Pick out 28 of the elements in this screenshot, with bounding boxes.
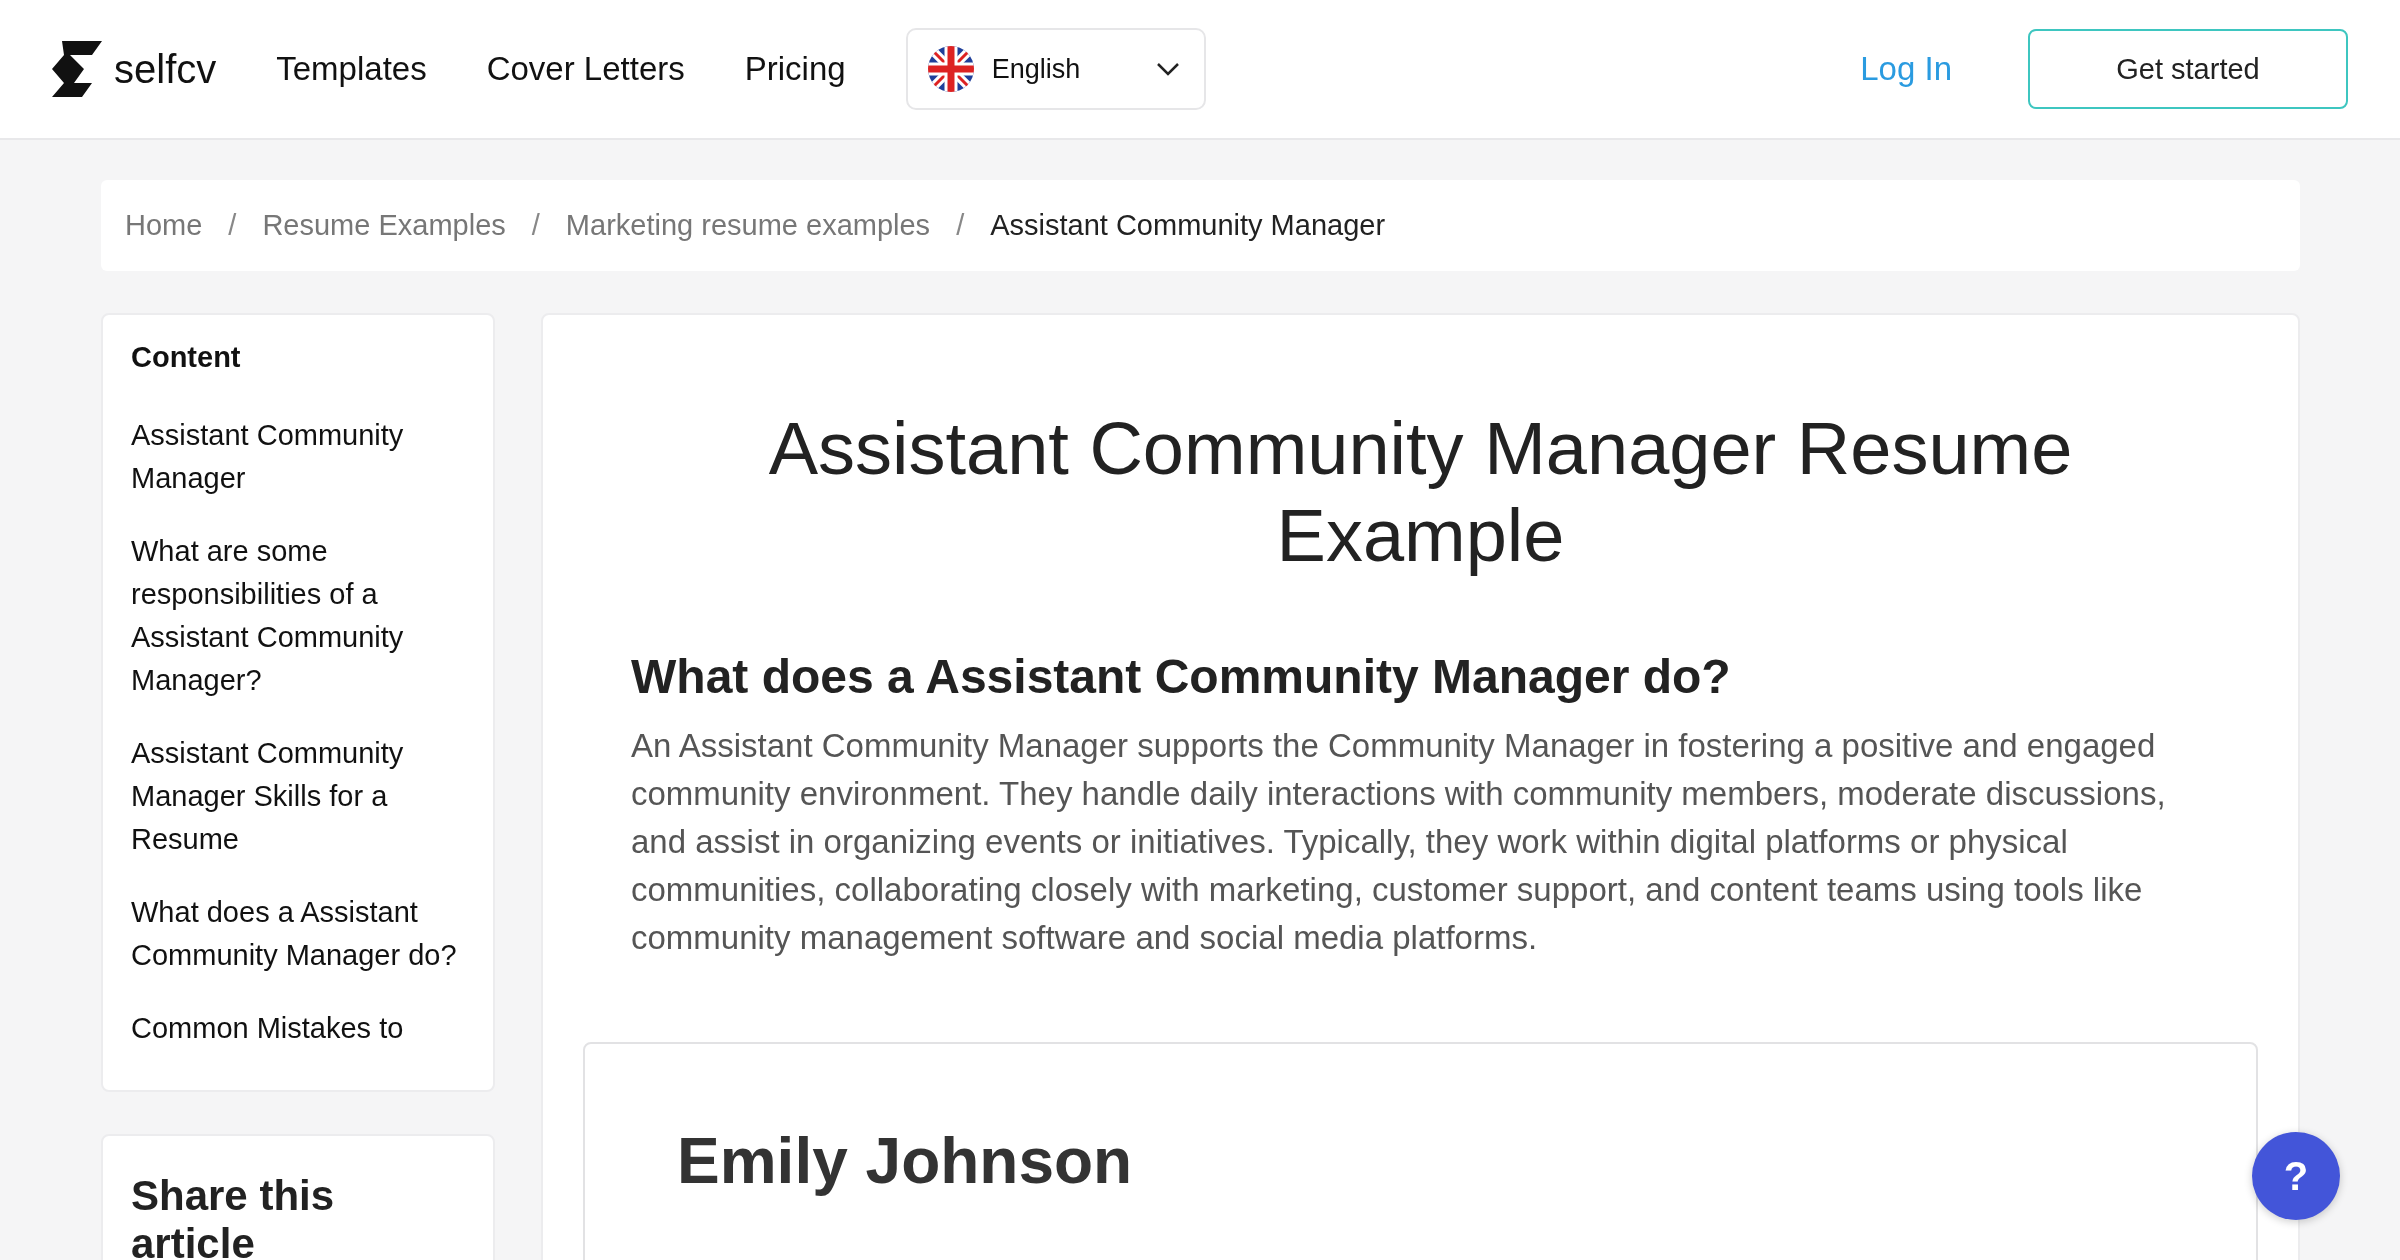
resume-name: Emily Johnson	[677, 1124, 1134, 1198]
toc-link[interactable]: Common Mistakes to	[131, 1007, 465, 1050]
get-started-button[interactable]: Get started	[2028, 29, 2348, 109]
breadcrumb-separator: /	[531, 209, 540, 242]
breadcrumb-separator: /	[956, 209, 965, 242]
chevron-down-icon	[1155, 62, 1180, 76]
section-heading: What does a Assistant Community Manager do?	[631, 649, 1732, 704]
toc-link[interactable]: What does a Assistant Community Manager do?	[131, 891, 465, 977]
breadcrumb-link[interactable]: Resume Examples	[262, 209, 506, 242]
share-title: Share this article	[131, 1172, 336, 1260]
logo-icon	[52, 41, 102, 97]
language-dropdown[interactable]: English	[905, 28, 1206, 110]
nav-link[interactable]: Templates	[276, 50, 427, 88]
nav-link[interactable]: Cover Letters	[486, 50, 685, 88]
breadcrumb-link[interactable]: Marketing resume examples	[565, 209, 931, 242]
toc-title: Content	[131, 341, 242, 374]
toc-link[interactable]: Assistant Community Manager	[131, 414, 465, 500]
uk-flag-icon	[927, 46, 974, 92]
logo-text[interactable]: selfcv	[114, 46, 217, 92]
article-paragraph: An Assistant Community Manager supports the Community Manager in fostering a positive and engaged community environment. They handle daily interactions with community members, moderate discussions, and assist in organizing events or initiatives. Typically, they work within digital platforms or physical communities, collaborating closely with marketing, customer support, and content teams using tools like community management software and social media platforms.	[631, 726, 2167, 958]
toc-link[interactable]: Assistant Community Manager Skills for a Resume	[131, 732, 465, 861]
breadcrumb-current: Assistant Community Manager	[990, 209, 1386, 242]
help-button[interactable]: ?	[2252, 1132, 2340, 1220]
nav-link[interactable]: Pricing	[744, 50, 846, 88]
toc-link[interactable]: What are some responsibilities of a Assistant Community Manager?	[131, 530, 465, 702]
breadcrumb-separator: /	[228, 209, 237, 242]
article-title: Assistant Community Manager Resume Example	[767, 406, 2074, 579]
breadcrumb-link[interactable]: Home	[125, 209, 203, 242]
